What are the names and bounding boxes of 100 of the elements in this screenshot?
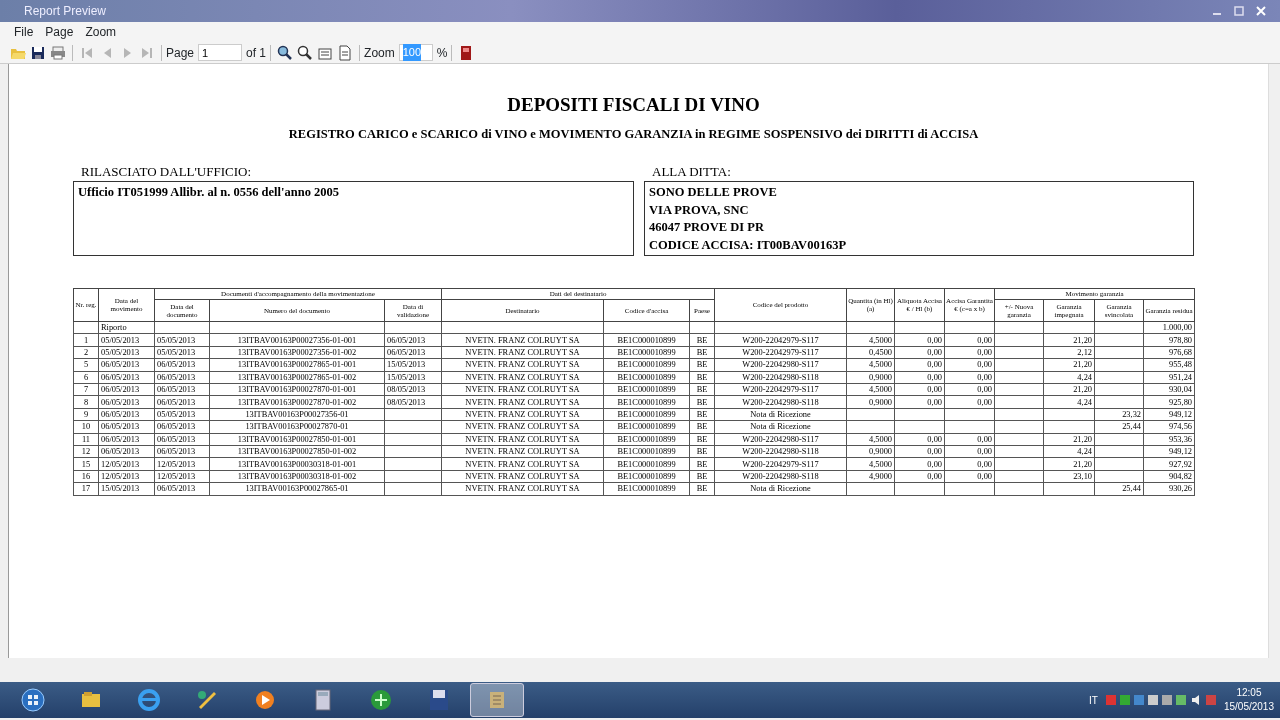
- menu-item[interactable]: Page: [39, 21, 80, 43]
- table-cell: 13ITBAV00163P00030318-01-002: [209, 470, 385, 483]
- table-cell: NVETN. FRANZ COLRUYT SA: [441, 383, 604, 396]
- table-cell: 15: [73, 457, 99, 471]
- table-cell: NVETN. FRANZ COLRUYT SA: [441, 333, 604, 347]
- table-cell: 06/05/2013: [154, 445, 210, 458]
- table-cell: W200-22042979-S117: [714, 457, 847, 471]
- table-cell: 16: [73, 470, 99, 483]
- table-cell: 4,9000: [846, 470, 895, 483]
- table-cell: 0,00: [894, 445, 945, 458]
- table-cell: BE1C000010899: [603, 383, 690, 396]
- table-cell: BE1C000010899: [603, 371, 690, 384]
- table-cell: W200-22042980-S118: [714, 445, 847, 458]
- table-cell: 21,20: [1043, 333, 1095, 347]
- company-text-line: 46047 PROVE DI PR: [649, 219, 765, 237]
- table-cell: W200-22042980-S118: [714, 371, 847, 384]
- table-cell: 927,92: [1143, 457, 1195, 471]
- table-cell: 06/05/2013: [154, 383, 210, 396]
- table-cell: 0,00: [944, 346, 995, 359]
- menu-item[interactable]: File: [8, 21, 40, 43]
- table-cell: 13ITBAV00163P00027356-01: [209, 408, 385, 421]
- table-cell: 949,12: [1143, 408, 1195, 421]
- table-cell: 21,20: [1043, 383, 1095, 396]
- table-cell: NVETN. FRANZ COLRUYT SA: [441, 358, 604, 372]
- table-cell: 05/05/2013: [98, 333, 155, 347]
- table-cell: W200-22042980-S117: [714, 358, 847, 372]
- table-cell: 08/05/2013: [384, 383, 442, 396]
- table-cell: NVETN. FRANZ COLRUYT SA: [441, 470, 604, 483]
- table-cell: 12/05/2013: [154, 470, 210, 483]
- table-cell: 0,9000: [846, 445, 895, 458]
- table-cell: 21,20: [1043, 358, 1095, 372]
- table-cell: 11: [73, 433, 99, 446]
- table-cell: W200-22042980-S117: [714, 433, 847, 446]
- table-cell: 23,32: [1094, 408, 1144, 421]
- table-cell: 4,5000: [846, 333, 895, 347]
- page-total: of 1: [246, 44, 267, 62]
- tray-icons-drawing[interactable]: [1105, 693, 1216, 707]
- table-cell: 4,5000: [846, 383, 895, 396]
- table-cell: BE1C000010899: [603, 445, 690, 458]
- table-cell: BE1C000010899: [603, 333, 690, 347]
- table-cell: 2: [73, 346, 99, 359]
- table-cell: NVETN. FRANZ COLRUYT SA: [441, 482, 604, 495]
- table-cell: W200-22042979-S117: [714, 383, 847, 396]
- table-cell: 13ITBAV00163P00027870-01-001: [209, 383, 385, 396]
- table-cell: 0,00: [944, 333, 995, 347]
- table-cell: 0,9000: [846, 371, 895, 384]
- table-cell: 930,04: [1143, 383, 1195, 396]
- table-cell: 23,10: [1043, 470, 1095, 483]
- table-cell: 13ITBAV00163P00027865-01-002: [209, 371, 385, 384]
- table-cell: BE1C000010899: [603, 470, 690, 483]
- table-cell: 0,00: [894, 395, 945, 409]
- table-cell: BE: [689, 408, 715, 421]
- table-cell: 0,00: [944, 457, 995, 471]
- company-label: ALLA DITTA:: [651, 162, 732, 181]
- table-cell: 0,00: [944, 358, 995, 372]
- table-cell: 4,5000: [846, 433, 895, 446]
- zoom-label: Zoom: [364, 44, 395, 62]
- table-cell: 06/05/2013: [384, 346, 442, 359]
- table-cell: 06/05/2013: [154, 433, 210, 446]
- table-cell: Nota di Ricezione: [714, 408, 847, 421]
- table-cell: 06/05/2013: [98, 371, 155, 384]
- table-cell: BE1C000010899: [603, 457, 690, 471]
- table-cell: W200-22042980-S118: [714, 470, 847, 483]
- percent-sign: %: [436, 44, 448, 62]
- table-cell: BE: [689, 457, 715, 471]
- table-cell: 12/05/2013: [98, 470, 155, 483]
- table-cell: NVETN. FRANZ COLRUYT SA: [441, 371, 604, 384]
- table-cell: 06/05/2013: [98, 358, 155, 372]
- page-field[interactable]: 1: [198, 44, 243, 61]
- table-cell: 12/05/2013: [98, 457, 155, 471]
- table-cell: 925,80: [1143, 395, 1195, 409]
- table-cell: BE: [689, 346, 715, 359]
- table-cell: 949,12: [1143, 445, 1195, 458]
- menu-item[interactable]: Zoom: [79, 21, 123, 43]
- table-cell: 0,00: [944, 371, 995, 384]
- carry-forward-label: Riporto: [98, 321, 155, 334]
- window-title: Report Preview: [23, 3, 107, 20]
- language-indicator[interactable]: IT: [1089, 692, 1098, 708]
- table-cell: NVETN. FRANZ COLRUYT SA: [441, 408, 604, 421]
- scrollbar[interactable]: [1268, 64, 1280, 658]
- report-title: DEPOSITI FISCALI DI VINO: [506, 94, 761, 117]
- table-cell: BE: [689, 445, 715, 458]
- table-cell: 05/05/2013: [154, 408, 210, 421]
- table-cell: BE1C000010899: [603, 482, 690, 495]
- table-cell: 06/05/2013: [154, 482, 210, 495]
- table-cell: 06/05/2013: [98, 445, 155, 458]
- table-cell: 05/05/2013: [154, 333, 210, 347]
- table-cell: 930,26: [1143, 482, 1195, 495]
- table-cell: 904,82: [1143, 470, 1195, 483]
- clock-time: 12:05: [1235, 686, 1263, 700]
- table-cell: 06/05/2013: [384, 333, 442, 347]
- table-cell: 13ITBAV00163P00027850-01-002: [209, 445, 385, 458]
- table-cell: 06/05/2013: [98, 433, 155, 446]
- table-cell: 0,00: [894, 470, 945, 483]
- table-cell: 06/05/2013: [154, 371, 210, 384]
- table-cell: BE: [689, 420, 715, 434]
- table-cell: 0,00: [894, 346, 945, 359]
- table-cell: 17: [73, 482, 99, 495]
- table-cell: 06/05/2013: [154, 420, 210, 434]
- table-cell: NVETN. FRANZ COLRUYT SA: [441, 395, 604, 409]
